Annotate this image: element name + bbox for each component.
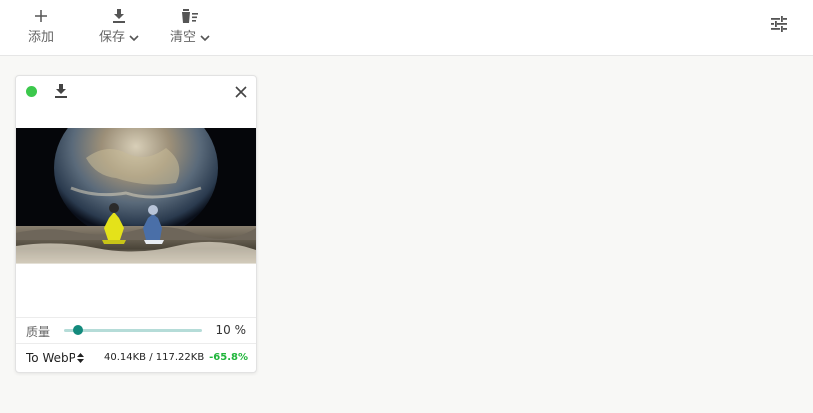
clear-button[interactable]: 清空	[166, 6, 214, 52]
add-button[interactable]: 添加	[26, 6, 56, 52]
quality-slider-track[interactable]	[64, 329, 202, 332]
download-icon[interactable]	[53, 83, 69, 99]
add-label: 添加	[27, 30, 54, 45]
card-footer: To WebP 40.14KB / 117.22KB -65.8%	[16, 343, 256, 372]
close-icon[interactable]	[234, 84, 248, 98]
status-indicator	[26, 86, 37, 97]
quality-row: 质量 10 %	[16, 317, 256, 343]
save-button[interactable]: 保存	[96, 6, 142, 52]
quality-value: 10 %	[215, 323, 247, 337]
clear-label: 清空	[169, 30, 196, 45]
quality-slider-thumb[interactable]	[72, 325, 83, 335]
format-select[interactable]: To WebP	[26, 349, 86, 367]
image-card: 质量 10 % To WebP 40.14KB / 117.22KB -65.8…	[15, 75, 257, 373]
compression-ratio: -65.8%	[209, 352, 248, 363]
chevron-down-icon	[129, 34, 139, 42]
toolbar: 添加 保存 清空	[0, 0, 813, 56]
image-preview	[16, 128, 256, 264]
plus-icon	[31, 6, 51, 26]
save-label: 保存	[98, 30, 125, 45]
chevron-down-icon	[200, 34, 210, 42]
select-arrows-icon	[76, 351, 85, 365]
card-header	[16, 76, 256, 108]
format-value: To WebP	[26, 351, 75, 365]
file-size-text: 40.14KB / 117.22KB	[104, 352, 205, 363]
trash-icon	[180, 6, 200, 26]
settings-button[interactable]	[767, 14, 791, 38]
quality-label: 质量	[26, 325, 51, 339]
download-icon	[109, 6, 129, 26]
sliders-icon	[770, 16, 788, 36]
